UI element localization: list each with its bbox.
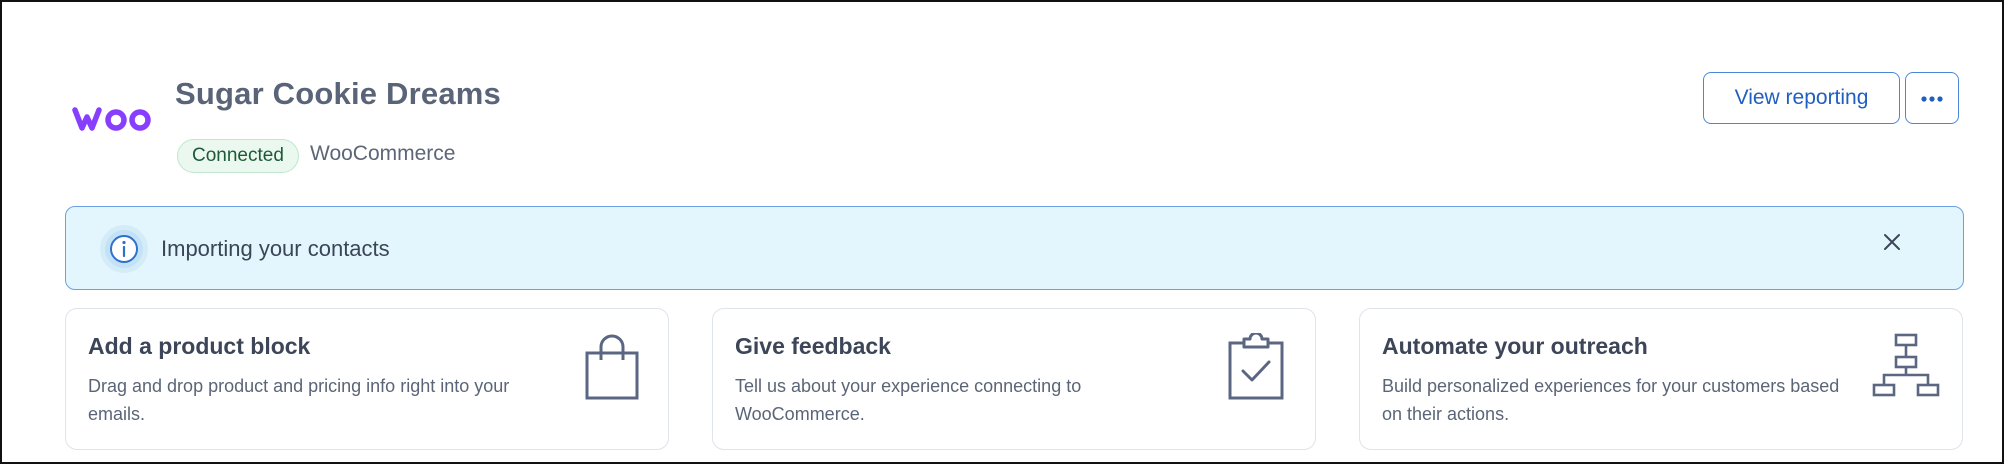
card-automate-outreach[interactable]: Automate your outreach Build personalize… [1359, 308, 1963, 450]
store-name: Sugar Cookie Dreams [175, 76, 501, 111]
card-title: Automate your outreach [1382, 333, 1648, 359]
card-title: Give feedback [735, 333, 891, 359]
close-icon[interactable] [1882, 232, 1902, 252]
card-give-feedback[interactable]: Give feedback Tell us about your experie… [712, 308, 1316, 450]
card-description: Build personalized experiences for your … [1382, 376, 1840, 424]
card-description: Drag and drop product and pricing info r… [88, 376, 510, 424]
info-icon [100, 225, 148, 273]
workflow-icon [1872, 333, 1940, 397]
shopping-bag-icon [585, 334, 639, 400]
alert-message: Importing your contacts [161, 236, 390, 261]
card-add-product-block[interactable]: Add a product block Drag and drop produc… [65, 308, 669, 450]
card-description: Tell us about your experience connecting… [735, 376, 1082, 424]
more-options-button[interactable] [1905, 72, 1959, 124]
card-title: Add a product block [88, 333, 311, 359]
import-status-alert: Importing your contacts [65, 206, 1964, 290]
woo-logo [72, 107, 151, 131]
clipboard-check-icon [1228, 333, 1284, 400]
ellipsis-icon [1921, 96, 1943, 102]
platform-label: WooCommerce [310, 142, 456, 165]
integration-panel: Sugar Cookie Dreams Connected WooCommerc… [0, 0, 2004, 464]
view-reporting-button[interactable]: View reporting [1703, 72, 1900, 124]
status-badge: Connected [177, 139, 299, 173]
